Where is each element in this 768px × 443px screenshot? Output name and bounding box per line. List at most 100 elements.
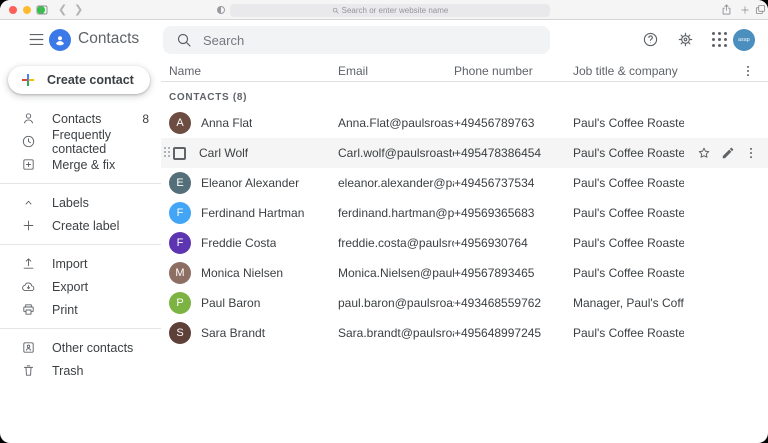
contact-phone: +493468559762 (454, 296, 573, 310)
column-header-phone[interactable]: Phone number (454, 64, 573, 78)
contact-email: eleanor.alexander@paulsroa… (338, 176, 454, 190)
contact-phone: +495648997245 (454, 326, 573, 340)
page-privacy-icon[interactable] (217, 6, 225, 14)
create-contact-label: Create contact (47, 73, 134, 87)
profile-avatar[interactable]: asap (733, 29, 755, 51)
contact-name: Carl Wolf (199, 146, 248, 160)
sidebar-item-label: Trash (52, 364, 84, 378)
contact-row[interactable]: S Sara Brandt Sara.brandt@paulsroastery.… (161, 318, 768, 348)
contact-row[interactable]: F Freddie Costa freddie.costa@paulsroast… (161, 228, 768, 258)
contact-name-cell: A Anna Flat (169, 112, 338, 134)
contact-row[interactable]: P Paul Baron paul.baron@paulsroastery.c…… (161, 288, 768, 318)
share-icon[interactable] (721, 3, 732, 16)
sidebar-item-label: Frequently contacted (52, 128, 149, 156)
clock-icon (21, 134, 36, 149)
contact-avatar[interactable]: E (169, 172, 191, 194)
contact-row[interactable]: M Monica Nielsen Monica.Nielsen@paulsroa… (161, 258, 768, 288)
app-title: Contacts (78, 30, 139, 48)
contact-phone: +4956930764 (454, 236, 573, 250)
search-input[interactable] (203, 33, 503, 48)
person-icon (53, 33, 67, 47)
contact-avatar[interactable]: M (169, 262, 191, 284)
main-menu-icon[interactable] (28, 32, 45, 47)
person-icon (21, 111, 36, 126)
new-tab-icon[interactable] (740, 5, 750, 15)
drag-handle-icon[interactable] (169, 147, 170, 157)
contact-name-cell: P Paul Baron (169, 292, 338, 314)
help-icon[interactable] (642, 31, 659, 48)
contact-avatar[interactable]: F (169, 232, 191, 254)
sidebar-divider (0, 328, 161, 329)
browser-toolbar: ❮ ❯ Search or enter website name (0, 0, 768, 20)
contact-avatar[interactable]: S (169, 322, 191, 344)
contact-email: Carl.wolf@paulsroastery.com (338, 146, 454, 160)
sidebar-toggle-icon[interactable] (36, 5, 48, 15)
sidebar-item-import[interactable]: Import (0, 252, 161, 275)
contact-avatar[interactable]: A (169, 112, 191, 134)
table-header: Name Email Phone number Job title & comp… (161, 60, 768, 82)
minimize-window-button[interactable] (23, 6, 31, 14)
contacts-search-bar[interactable] (163, 26, 550, 54)
import-upload-icon (21, 256, 36, 271)
contact-row[interactable]: F Ferdinand Hartman ferdinand.hartman@pa… (161, 198, 768, 228)
contact-company: Paul's Coffee Roastery (573, 206, 684, 220)
back-icon[interactable]: ❮ (58, 3, 67, 17)
contact-phone: +49569365683 (454, 206, 573, 220)
sidebar-item-other-contacts[interactable]: Other contacts (0, 336, 161, 359)
chevron-up-icon (21, 195, 36, 210)
contact-name: Monica Nielsen (201, 266, 283, 280)
sidebar-item-frequently-contacted[interactable]: Frequently contacted (0, 130, 161, 153)
contact-email: Anna.Flat@paulsroastery.com (338, 116, 454, 130)
sidebar-item-label: Merge & fix (52, 158, 115, 172)
tab-overview-icon[interactable] (755, 4, 766, 15)
sidebar-item-label: Contacts (52, 112, 101, 126)
sidebar-item-export[interactable]: Export (0, 275, 161, 298)
contact-phone: +49567893465 (454, 266, 573, 280)
edit-pencil-icon[interactable] (721, 146, 735, 160)
column-header-job[interactable]: Job title & company (573, 64, 684, 78)
contact-company: Paul's Coffee Roastery (573, 326, 684, 340)
merge-fix-icon (21, 157, 36, 172)
contact-company: Paul's Coffee Roastery (573, 176, 684, 190)
sidebar-item-create-label[interactable]: Create label (0, 214, 161, 237)
contact-company: Paul's Coffee Roastery (573, 236, 684, 250)
contact-avatar[interactable]: P (169, 292, 191, 314)
sidebar-item-print[interactable]: Print (0, 298, 161, 321)
sidebar-item-merge-fix[interactable]: Merge & fix (0, 153, 161, 176)
row-checkbox[interactable] (173, 147, 186, 160)
close-window-button[interactable] (9, 6, 17, 14)
contact-name-cell: F Ferdinand Hartman (169, 202, 338, 224)
sidebar-item-label: Print (52, 303, 78, 317)
column-header-name[interactable]: Name (169, 64, 338, 78)
create-contact-button[interactable]: Create contact (8, 66, 150, 94)
google-apps-icon[interactable] (712, 32, 727, 47)
google-plus-icon (20, 72, 36, 88)
contacts-list: A Anna Flat Anna.Flat@paulsroastery.com … (161, 108, 768, 348)
search-icon (332, 7, 339, 14)
sidebar-item-label: Labels (52, 196, 89, 210)
contact-row[interactable]: E Eleanor Alexander eleanor.alexander@pa… (161, 168, 768, 198)
contact-row[interactable]: A Anna Flat Anna.Flat@paulsroastery.com … (161, 108, 768, 138)
settings-gear-icon[interactable] (677, 31, 694, 48)
export-cloud-icon (21, 279, 36, 294)
sidebar-labels-header[interactable]: Labels (0, 191, 161, 214)
sidebar-item-label: Import (52, 257, 87, 271)
address-bar[interactable]: Search or enter website name (230, 4, 550, 17)
contact-name: Freddie Costa (201, 236, 276, 250)
contact-avatar[interactable]: F (169, 202, 191, 224)
sidebar: Create contact Contacts 8 Frequently con… (0, 60, 161, 443)
contact-company: Paul's Coffee Roastery (573, 146, 684, 160)
contacts-count: 8 (142, 112, 149, 126)
column-header-email[interactable]: Email (338, 64, 454, 78)
forward-icon[interactable]: ❯ (74, 3, 83, 17)
contact-name: Paul Baron (201, 296, 260, 310)
search-icon (176, 32, 192, 48)
star-icon[interactable] (696, 145, 712, 161)
contacts-table: Name Email Phone number Job title & comp… (161, 60, 768, 443)
contacts-logo[interactable] (49, 29, 71, 51)
table-more-icon[interactable] (741, 64, 768, 78)
other-contacts-icon (21, 340, 36, 355)
sidebar-item-trash[interactable]: Trash (0, 359, 161, 382)
contact-row[interactable]: Carl Wolf Carl.wolf@paulsroastery.com +4… (161, 138, 768, 168)
more-icon[interactable] (744, 146, 758, 160)
